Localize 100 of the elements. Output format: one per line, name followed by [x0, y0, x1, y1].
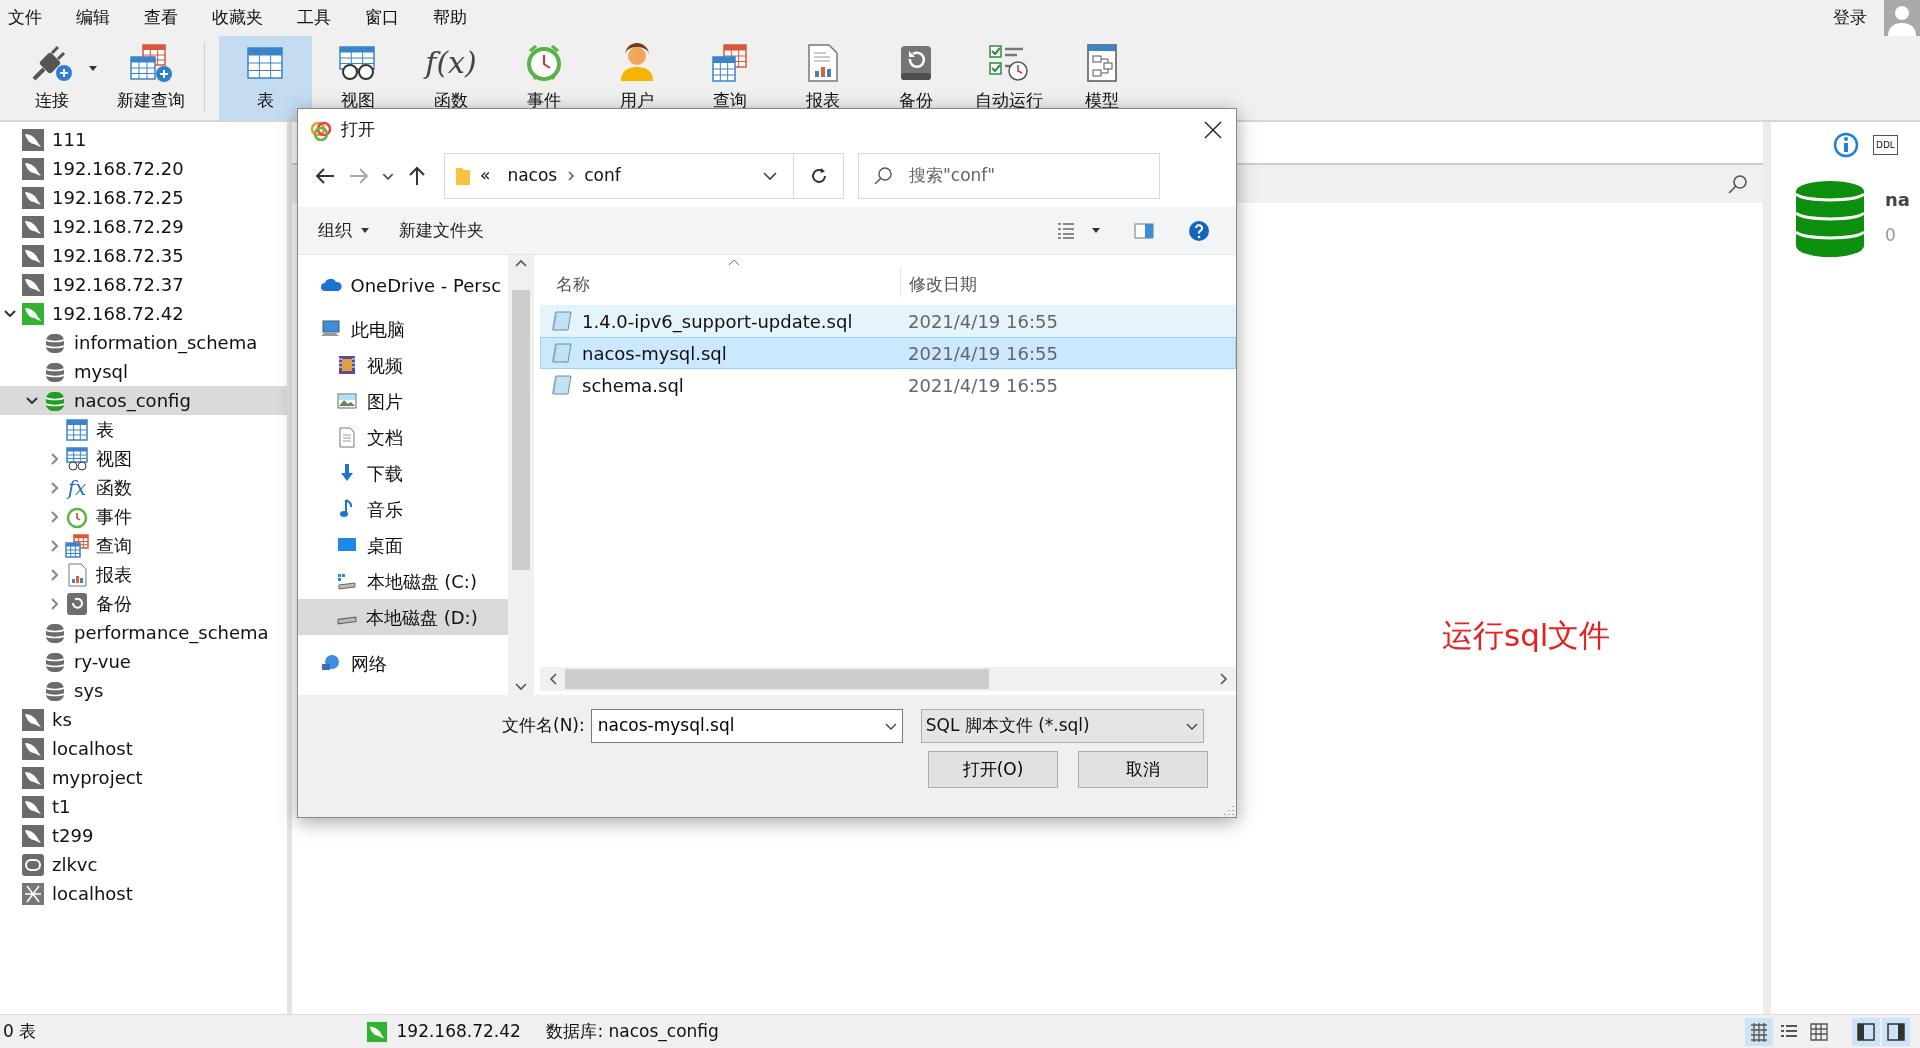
scrollbar-thumb[interactable] [565, 669, 989, 689]
column-header[interactable]: 修改日期 [909, 271, 977, 297]
caret-icon [88, 66, 97, 71]
nav-item[interactable]: 本地磁盘 (D:) [298, 599, 508, 635]
tree-item[interactable]: 192.168.72.25 [0, 183, 287, 212]
nav-item[interactable]: 音乐 [298, 491, 508, 527]
pane-toggle[interactable] [1881, 1017, 1910, 1046]
toolbar-button[interactable]: 事件 [497, 36, 591, 120]
login-link[interactable]: 登录 [1833, 5, 1867, 31]
command-button[interactable]: 新建文件夹 [398, 217, 484, 244]
backup-icon [898, 43, 934, 83]
help-icon [1188, 219, 1210, 242]
tree-item[interactable]: information_schema [0, 328, 287, 357]
app-logo-icon [310, 119, 332, 141]
tree-item[interactable]: 备份 [0, 589, 287, 618]
nav-item[interactable]: 本地磁盘 (C:) [298, 563, 508, 599]
menu-item[interactable]: 查看 [142, 5, 192, 31]
dialog-button[interactable]: 打开(O) [928, 751, 1058, 788]
toolbar-button[interactable]: 用户 [590, 36, 684, 120]
database-icon [1795, 180, 1865, 258]
tree-item[interactable]: t299 [0, 821, 287, 850]
tree-item[interactable]: ry-vue [0, 647, 287, 676]
toolbar-button[interactable]: 新建查询 [104, 36, 198, 120]
object-name: na [1885, 188, 1910, 212]
tree-item[interactable]: 192.168.72.37 [0, 270, 287, 299]
file-date: 2021/4/19 16:55 [908, 309, 1058, 334]
toolbar-button[interactable]: 自动运行 [962, 36, 1056, 120]
tree-item[interactable]: nacos_config [0, 386, 287, 415]
tree-item[interactable]: t1 [0, 792, 287, 821]
file-date: 2021/4/19 16:55 [908, 373, 1058, 398]
table-view-icon [1808, 1021, 1829, 1042]
toolbar-button[interactable]: f(x) 函数 [404, 36, 498, 120]
tree-item[interactable]: 192.168.72.35 [0, 241, 287, 270]
tree-item[interactable]: 表 [0, 415, 287, 444]
backup-icon [64, 591, 90, 616]
tree-item[interactable]: 111 [0, 125, 287, 154]
breadcrumb-item[interactable]: nacos [507, 163, 558, 189]
table-glasses-icon [64, 446, 90, 471]
nav-item[interactable]: 视频 [298, 347, 508, 383]
file-row[interactable]: nacos-mysql.sql 2021/4/19 16:55 [540, 337, 1236, 369]
path-overflow[interactable]: « [480, 163, 491, 189]
film-icon [336, 354, 358, 376]
toolbar-button[interactable]: 连接 [8, 36, 95, 120]
tree-item[interactable]: fx 函数 [0, 473, 287, 502]
tree-item[interactable]: 视图 [0, 444, 287, 473]
menu-item[interactable]: 帮助 [431, 5, 481, 31]
tree-item[interactable]: 报表 [0, 560, 287, 589]
nav-item[interactable]: 文档 [298, 419, 508, 455]
caret-icon [1092, 228, 1100, 233]
address-bar[interactable]: « nacos conf [444, 153, 844, 199]
tree-item[interactable]: zlkvc [0, 850, 287, 879]
table-add-icon [129, 43, 173, 83]
tree-item[interactable]: 192.168.72.42 [0, 299, 287, 328]
file-row[interactable]: 1.4.0-ipv6_support-update.sql 2021/4/19 16:55 [540, 305, 1236, 337]
column-header[interactable]: 名称 [540, 271, 900, 297]
search-input[interactable]: 搜索"conf" [907, 162, 1147, 190]
search-field[interactable]: 搜索"conf" [858, 153, 1160, 199]
nav-item[interactable]: 下载 [298, 455, 508, 491]
menu-item[interactable]: 工具 [295, 5, 345, 31]
file-row[interactable]: schema.sql 2021/4/19 16:55 [540, 369, 1236, 401]
view-toggle[interactable] [1744, 1017, 1773, 1046]
status-summary: 0 表 [2, 1019, 38, 1043]
toolbar-button[interactable]: 表 [218, 36, 312, 120]
filename-label: 文件名(N): [502, 714, 585, 738]
chevron-right-icon [565, 170, 576, 182]
file-type-select[interactable]: SQL 脚本文件 (*.sql) [920, 709, 1204, 743]
scrollbar-thumb[interactable] [512, 290, 530, 570]
menu-item[interactable]: 编辑 [74, 5, 124, 31]
pane-toggle[interactable] [1851, 1017, 1880, 1046]
breadcrumb-item[interactable]: conf [584, 163, 621, 189]
nav-item[interactable]: 桌面 [298, 527, 508, 563]
dialog-button[interactable]: 取消 [1078, 751, 1208, 788]
filename-input[interactable]: nacos-mysql.sql [595, 712, 866, 740]
menu-item[interactable]: 收藏夹 [210, 5, 277, 31]
tree-item[interactable]: 查询 [0, 531, 287, 560]
scroll-up-icon [515, 259, 527, 267]
tree-item[interactable]: performance_schema [0, 618, 287, 647]
report-icon [805, 43, 841, 83]
tree-item[interactable]: 192.168.72.29 [0, 212, 287, 241]
tree-item[interactable]: mysql [0, 357, 287, 386]
menu-item[interactable]: 文件 [6, 5, 56, 31]
nav-item[interactable]: 此电脑 [298, 311, 508, 347]
scroll-down-icon [515, 683, 527, 691]
table-stack-icon [710, 43, 750, 83]
alarm-clock-icon [524, 43, 564, 83]
command-button[interactable]: 组织 [318, 217, 369, 244]
tree-item[interactable]: sys [0, 676, 287, 705]
tree-item[interactable]: localhost [0, 734, 287, 763]
filename-combobox[interactable]: nacos-mysql.sql [590, 709, 903, 743]
menu-item[interactable]: 窗口 [363, 5, 413, 31]
nav-item[interactable]: OneDrive - Persc [298, 267, 508, 303]
tree-item[interactable]: myproject [0, 763, 287, 792]
nav-item[interactable]: 网络 [298, 645, 508, 681]
ddl-button[interactable]: DDL [1873, 135, 1898, 155]
tree-item[interactable]: localhost [0, 879, 287, 908]
nav-item[interactable]: 图片 [298, 383, 508, 419]
tree-item[interactable]: ks [0, 705, 287, 734]
tree-item[interactable]: 事件 [0, 502, 287, 531]
tree-item[interactable]: 192.168.72.20 [0, 154, 287, 183]
server-icon [366, 1020, 388, 1043]
